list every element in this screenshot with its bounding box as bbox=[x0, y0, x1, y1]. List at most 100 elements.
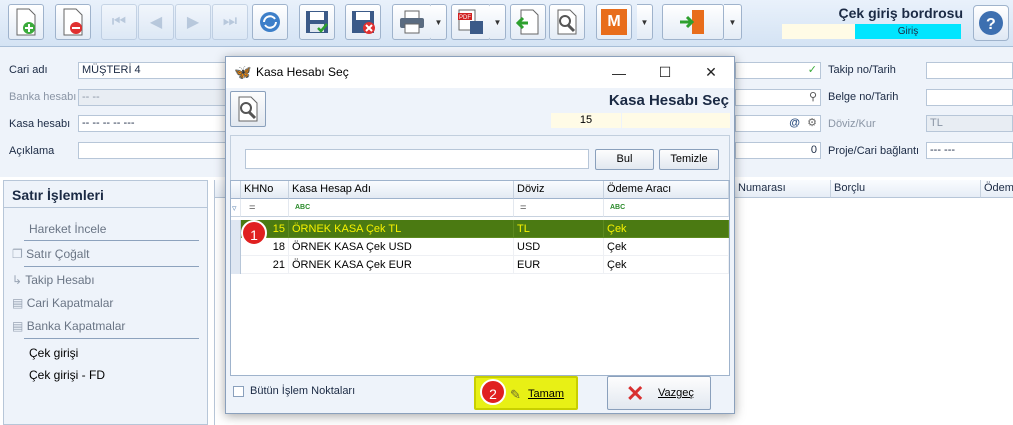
column-header-name[interactable]: Kasa Hesap Adı bbox=[289, 181, 514, 199]
user-search-icon[interactable]: ⚲ bbox=[809, 90, 817, 105]
search-input[interactable] bbox=[245, 149, 589, 169]
filter-icon[interactable]: ▿ bbox=[231, 199, 241, 217]
pdf-save-button[interactable]: PDF bbox=[451, 4, 491, 40]
last-button[interactable]: ⏭ bbox=[212, 4, 248, 40]
banka-kapatmalar-item[interactable]: ▤ Banka Kapatmalar bbox=[12, 319, 125, 333]
cancel-x-icon: ✕ bbox=[626, 381, 645, 406]
takip-hesabi-item[interactable]: ↳ Takip Hesabı bbox=[12, 273, 95, 287]
exit-dropdown[interactable]: ▼ bbox=[724, 4, 742, 40]
banka-hesabi-label: Banka hesabı bbox=[9, 91, 77, 103]
table-row[interactable]: 21 ÖRNEK KASA Çek EUR EUR Çek bbox=[231, 256, 729, 274]
record-count: 15 bbox=[551, 113, 621, 128]
arrow-icon: ↳ bbox=[12, 273, 23, 287]
column-header-doviz[interactable]: Döviz bbox=[514, 181, 604, 199]
kasa-hesabi-field[interactable]: -- -- -- -- --- bbox=[78, 115, 228, 132]
maximize-icon: ☐ bbox=[658, 64, 672, 80]
bul-button[interactable]: Bul bbox=[595, 149, 654, 170]
pdf-dropdown[interactable]: ▼ bbox=[490, 4, 506, 40]
table-row[interactable]: 18 ÖRNEK KASA Çek USD USD Çek bbox=[231, 238, 729, 256]
copy-icon: ❐ bbox=[12, 247, 23, 261]
next-button[interactable]: ▶ bbox=[175, 4, 211, 40]
vazgec-label: Vazgeç bbox=[658, 387, 694, 399]
aciklama-label: Açıklama bbox=[9, 145, 55, 157]
doc-icon: ▤ bbox=[12, 319, 24, 333]
cek-girisi-item[interactable]: Çek girişi bbox=[29, 346, 78, 360]
settings-icon[interactable]: ⚙ bbox=[807, 116, 817, 131]
print-dropdown[interactable]: ▼ bbox=[431, 4, 447, 40]
vazgec-button[interactable]: ✕ Vazgeç bbox=[607, 376, 711, 410]
kasa-extra-field: @ ⚙ bbox=[735, 115, 821, 132]
banka-hesabi-field[interactable]: -- -- bbox=[78, 89, 228, 106]
temizle-button[interactable]: Temizle bbox=[659, 149, 719, 170]
checkbox-label: Bütün İşlem Noktaları bbox=[250, 385, 356, 397]
filter-doviz[interactable]: = bbox=[514, 199, 604, 217]
save-button[interactable] bbox=[299, 4, 335, 40]
cell-khno: 21 bbox=[241, 256, 289, 274]
maximize-button[interactable]: ☐ bbox=[642, 57, 688, 88]
save-cancel-button[interactable] bbox=[345, 4, 381, 40]
m-button[interactable]: M bbox=[596, 4, 632, 40]
at-icon[interactable]: @ bbox=[789, 116, 800, 131]
minimize-icon: — bbox=[612, 64, 626, 81]
m-icon: M bbox=[601, 9, 627, 35]
save-icon bbox=[306, 11, 328, 33]
column-header-khno[interactable]: KHNo bbox=[241, 181, 289, 199]
butterfly-icon: 🦋 bbox=[234, 64, 252, 80]
cell-doviz: EUR bbox=[514, 256, 604, 274]
cell-odeme: Çek bbox=[604, 238, 729, 256]
column-header[interactable]: Numarası bbox=[735, 180, 831, 198]
dialog-body: Kasa Hesabı Seç 15 Bul Temizle KHNo Kasa… bbox=[226, 88, 734, 413]
save-cancel-icon bbox=[352, 11, 375, 34]
proje-field[interactable]: --- --- bbox=[926, 142, 1013, 159]
print-button[interactable] bbox=[392, 4, 432, 40]
help-icon: ? bbox=[979, 11, 1003, 35]
cell-name: ÖRNEK KASA Çek TL bbox=[289, 220, 514, 238]
column-header[interactable]: Borçlu bbox=[831, 180, 981, 198]
mode-spacer bbox=[782, 24, 855, 39]
prev-icon: ◀ bbox=[149, 14, 163, 31]
aciklama-field[interactable] bbox=[78, 142, 228, 159]
first-button[interactable]: ⏮ bbox=[101, 4, 137, 40]
check-icon: ✓ bbox=[807, 64, 817, 76]
cari-adi-field[interactable]: MÜŞTERİ 4 bbox=[78, 62, 228, 79]
cell-odeme: Çek bbox=[604, 220, 729, 238]
cell-name: ÖRNEK KASA Çek USD bbox=[289, 238, 514, 256]
search-tools-button[interactable] bbox=[230, 91, 266, 127]
help-button[interactable]: ? bbox=[973, 5, 1009, 41]
close-button[interactable]: ✕ bbox=[688, 57, 734, 88]
satir-cogalt-item[interactable]: ❐ Satır Çoğalt bbox=[12, 247, 89, 261]
tools-button[interactable] bbox=[549, 4, 585, 40]
new-button[interactable] bbox=[8, 4, 44, 40]
takip-field[interactable] bbox=[926, 62, 1013, 79]
mode-badge: Giriş bbox=[855, 24, 961, 39]
delete-button[interactable] bbox=[55, 4, 91, 40]
column-header-odeme[interactable]: Ödeme Aracı bbox=[604, 181, 729, 199]
step-badge-1: 1 bbox=[241, 220, 267, 246]
table-row[interactable]: 15 ÖRNEK KASA Çek TL TL Çek bbox=[231, 220, 729, 238]
refresh-button[interactable] bbox=[252, 4, 288, 40]
cari-kapatmalar-item[interactable]: ▤ Cari Kapatmalar bbox=[12, 296, 113, 310]
column-header[interactable]: Ödeme bbox=[981, 180, 1013, 198]
minimize-button[interactable]: — bbox=[596, 57, 642, 88]
proje-label: Proje/Cari bağlantı bbox=[828, 145, 920, 157]
cell-doviz: TL bbox=[514, 220, 604, 238]
m-dropdown[interactable]: ▼ bbox=[637, 4, 653, 40]
filter-name[interactable]: ABC bbox=[289, 199, 514, 217]
filter-odeme[interactable]: ABC bbox=[604, 199, 729, 217]
window-title: Çek giriş bordrosu bbox=[838, 5, 963, 21]
prev-button[interactable]: ◀ bbox=[138, 4, 174, 40]
amount-field[interactable]: 0 bbox=[735, 142, 821, 159]
hareket-incele-item[interactable]: Hareket İncele bbox=[29, 222, 106, 236]
doviz-field[interactable]: TL bbox=[926, 115, 1013, 132]
belge-field[interactable] bbox=[926, 89, 1013, 106]
tools-icon bbox=[557, 9, 577, 35]
main-toolbar: ⏮ ◀ ▶ ⏭ ▼ PDF ▼ M ▼ ▼ Çek giriş bordrosu… bbox=[0, 0, 1013, 47]
cell-odeme: Çek bbox=[604, 256, 729, 274]
cek-girisi-fd-item[interactable]: Çek girişi - FD bbox=[29, 368, 105, 382]
row-indicator bbox=[231, 220, 241, 238]
exit-button[interactable] bbox=[662, 4, 724, 40]
filter-khno[interactable]: = bbox=[241, 199, 289, 217]
tum-islem-noktalari-checkbox[interactable] bbox=[233, 386, 244, 397]
import-button[interactable] bbox=[510, 4, 546, 40]
takip-label: Takip no/Tarih bbox=[828, 64, 896, 76]
